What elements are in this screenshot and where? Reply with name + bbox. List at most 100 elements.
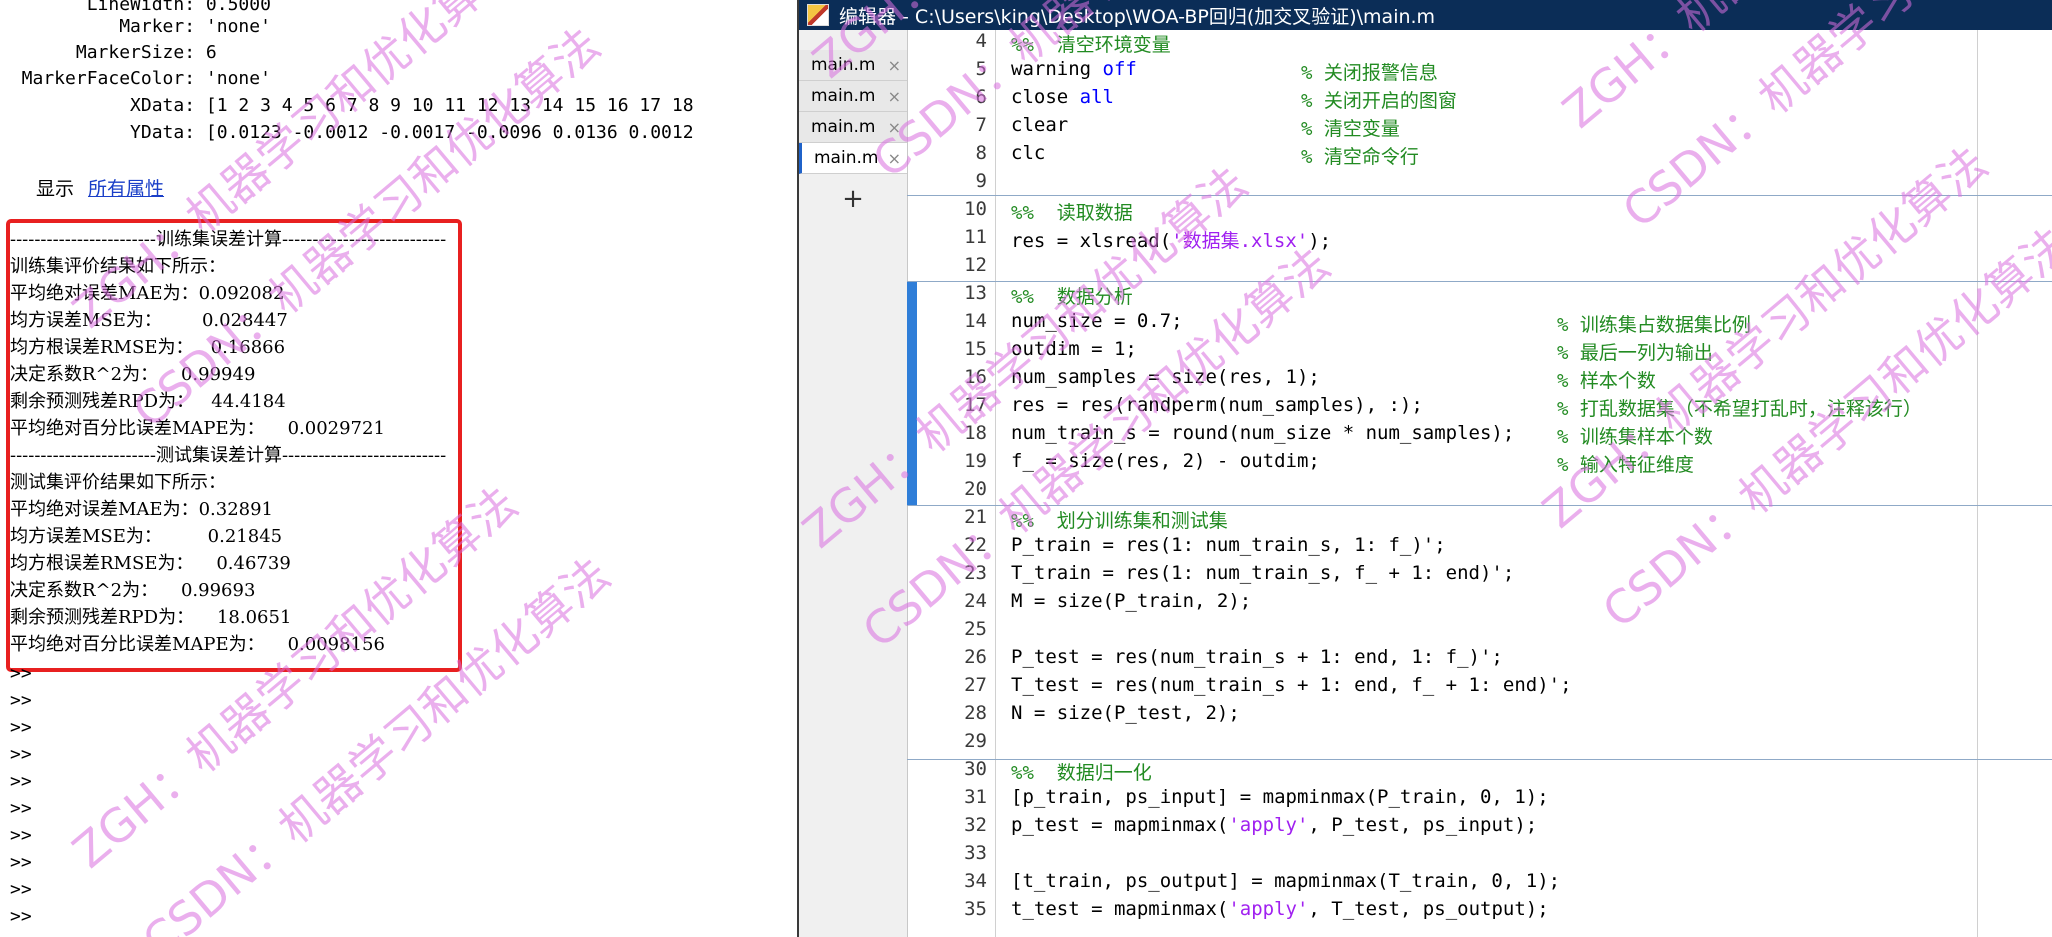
highlight-box <box>6 219 462 672</box>
tab-main-active[interactable]: main.m × <box>799 143 907 174</box>
gutter-divider <box>995 30 996 937</box>
code-line-10: %% 读取数据 <box>1011 202 1133 224</box>
code-line-14: num_size = 0.7; <box>1011 310 1183 332</box>
line-number: 30 <box>964 758 987 780</box>
tab-label: main.m <box>811 86 876 106</box>
all-properties-link[interactable]: 所有属性 <box>88 178 164 200</box>
code-line-8: clc <box>1011 142 1046 164</box>
code-line-19: f_ = size(res, 2) - outdim; <box>1011 450 1320 472</box>
tab-main-3[interactable]: main.m × <box>799 112 907 143</box>
line-number: 21 <box>964 506 987 528</box>
command-prompt: >> <box>10 798 32 819</box>
code-comment: % 清空命令行 <box>1301 146 1419 168</box>
line-number: 26 <box>964 646 987 668</box>
line-number: 14 <box>964 310 987 332</box>
editor-icon <box>807 4 829 26</box>
code-line-4: %% 清空环境变量 <box>1011 34 1171 56</box>
line-number: 5 <box>975 58 987 80</box>
command-prompt: >> <box>10 717 32 738</box>
line-number: 35 <box>964 898 987 920</box>
property-line: YData: [0.0123 -0.0012 -0.0017 -0.0096 0… <box>0 122 694 143</box>
code-line-13: %% 数据分析 <box>1011 286 1133 308</box>
line-number: 31 <box>964 786 987 808</box>
code-line-35: t_test = mapminmax('apply', T_test, ps_o… <box>1011 898 1549 920</box>
command-prompt: >> <box>10 825 32 846</box>
tab-main-1[interactable]: main.m × <box>799 50 907 81</box>
code-line-15: outdim = 1; <box>1011 338 1137 360</box>
line-number: 9 <box>975 170 987 192</box>
property-line: XData: [1 2 3 4 5 6 7 8 9 10 11 12 13 14… <box>0 95 694 116</box>
code-line-24: M = size(P_train, 2); <box>1011 590 1252 612</box>
code-line-32: p_test = mapminmax('apply', P_test, ps_i… <box>1011 814 1538 836</box>
line-number: 13 <box>964 282 987 304</box>
code-comment: % 样本个数 <box>1557 370 1656 392</box>
tab-label: main.m <box>811 55 876 75</box>
line-number: 15 <box>964 338 987 360</box>
add-tab-button[interactable]: + <box>799 184 907 214</box>
code-comment: % 训练集样本个数 <box>1557 426 1713 448</box>
command-window[interactable]: LineWidth: 0.5000 Marker: 'none' MarkerS… <box>0 0 797 937</box>
line-number: 33 <box>964 842 987 864</box>
code-comment: % 关闭开启的图窗 <box>1301 90 1457 112</box>
code-comment: % 最后一列为输出 <box>1557 342 1713 364</box>
line-number: 29 <box>964 730 987 752</box>
code-area[interactable]: %% 清空环境变量 warning off % 关闭报警信息 close all… <box>1011 30 2052 937</box>
editor-titlebar[interactable]: 编辑器 - C:\Users\king\Desktop\WOA-BP回归(加交叉… <box>799 0 2052 30</box>
command-prompt: >> <box>10 690 32 711</box>
close-icon[interactable]: × <box>888 87 901 106</box>
tab-main-2[interactable]: main.m × <box>799 81 907 112</box>
code-line-17: res = res(randperm(num_samples), :); <box>1011 394 1423 416</box>
line-number: 24 <box>964 590 987 612</box>
command-prompt[interactable]: >> <box>10 906 32 927</box>
line-number: 10 <box>964 198 987 220</box>
code-line-16: num_samples = size(res, 1); <box>1011 366 1320 388</box>
editor-window[interactable]: 编辑器 - C:\Users\king\Desktop\WOA-BP回归(加交叉… <box>797 0 2052 937</box>
code-comment: % 输入特征维度 <box>1557 454 1694 476</box>
line-number: 28 <box>964 702 987 724</box>
code-line-31: [p_train, ps_input] = mapminmax(P_train,… <box>1011 786 1549 808</box>
line-number: 25 <box>964 618 987 640</box>
code-comment: % 清空变量 <box>1301 118 1400 140</box>
command-prompt: >> <box>10 663 32 684</box>
code-line-21: %% 划分训练集和测试集 <box>1011 510 1228 532</box>
code-line-18: num_train_s = round(num_size * num_sampl… <box>1011 422 1515 444</box>
tab-label: main.m <box>814 148 879 168</box>
property-line: Marker: 'none' <box>0 16 271 37</box>
line-number: 19 <box>964 450 987 472</box>
show-label: 显示 <box>36 178 75 200</box>
line-number: 27 <box>964 674 987 696</box>
code-line-5: warning off <box>1011 58 1137 80</box>
show-properties-row: 显示 所有属性 <box>36 174 164 201</box>
file-tabs: main.m × main.m × main.m × main.m × + <box>799 30 908 937</box>
code-line-27: T_test = res(num_train_s + 1: end, f_ + … <box>1011 674 1572 696</box>
code-line-26: P_test = res(num_train_s + 1: end, 1: f_… <box>1011 646 1503 668</box>
code-comment: % 打乱数据集（不希望打乱时，注释该行） <box>1557 398 1922 420</box>
line-number: 16 <box>964 366 987 388</box>
line-number: 18 <box>964 422 987 444</box>
code-line-23: T_train = res(1: num_train_s, f_ + 1: en… <box>1011 562 1515 584</box>
close-icon[interactable]: × <box>888 118 901 137</box>
line-number: 4 <box>975 30 987 52</box>
code-line-34: [t_train, ps_output] = mapminmax(T_train… <box>1011 870 1561 892</box>
line-number: 20 <box>964 478 987 500</box>
close-icon[interactable]: × <box>888 149 901 168</box>
line-number: 7 <box>975 114 987 136</box>
property-line: MarkerSize: 6 <box>0 42 217 63</box>
command-prompt: >> <box>10 771 32 792</box>
line-number: 11 <box>964 226 987 248</box>
code-line-7: clear <box>1011 114 1069 136</box>
code-comment: % 训练集占数据集比例 <box>1557 314 1751 336</box>
command-prompt: >> <box>10 744 32 765</box>
line-number: 17 <box>964 394 987 416</box>
code-line-30: %% 数据归一化 <box>1011 762 1152 784</box>
command-prompt: >> <box>10 879 32 900</box>
editor-title: 编辑器 - C:\Users\king\Desktop\WOA-BP回归(加交叉… <box>839 5 1436 28</box>
line-number-gutter: 4 5 6 7 8 9 10 11 12 13 14 15 16 17 18 19 20 21 22 23 24 25 26… <box>917 30 995 937</box>
close-icon[interactable]: × <box>888 56 901 75</box>
code-line-11: res = xlsread('数据集.xlsx'); <box>1011 230 1332 252</box>
line-number: 23 <box>964 562 987 584</box>
code-line-6: close all <box>1011 86 1114 108</box>
code-line-28: N = size(P_test, 2); <box>1011 702 1240 724</box>
code-comment: % 关闭报警信息 <box>1301 62 1438 84</box>
line-number: 32 <box>964 814 987 836</box>
